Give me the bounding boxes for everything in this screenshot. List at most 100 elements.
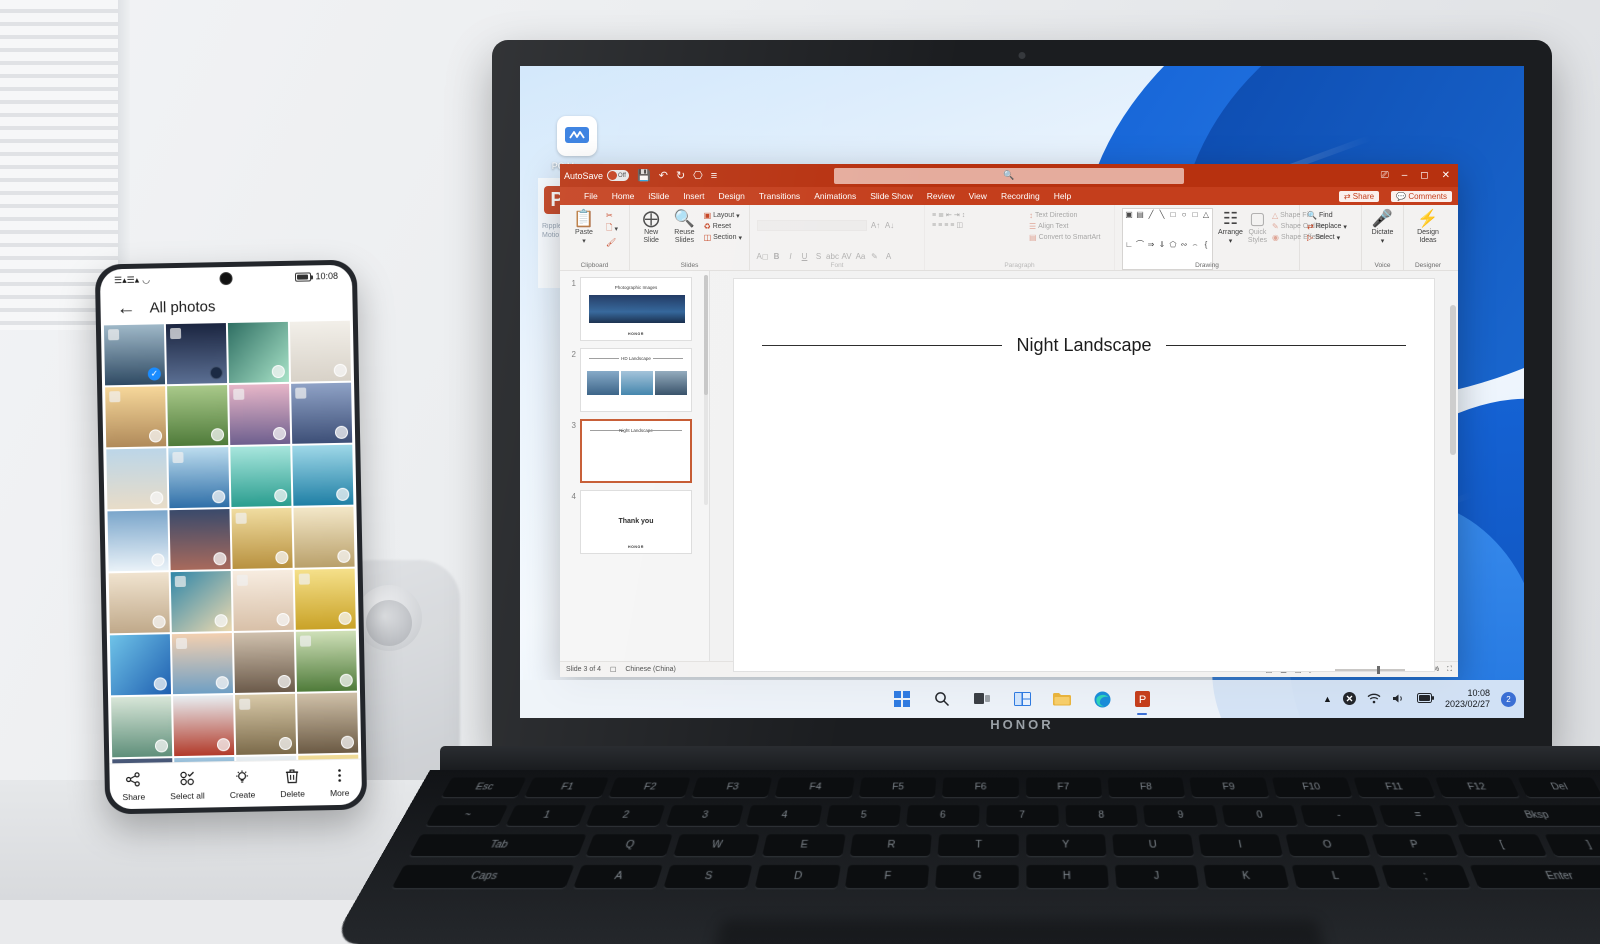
save-icon[interactable]: 💾 [637, 169, 651, 182]
slide-preview[interactable]: Photographic Images HONOR [580, 277, 692, 341]
key[interactable]: L [1292, 865, 1381, 889]
tab-recording[interactable]: Recording [1001, 191, 1040, 201]
underline-button[interactable]: U [799, 251, 810, 262]
start-button[interactable] [891, 688, 913, 710]
photo-cell[interactable] [167, 385, 229, 447]
zoom-in-button[interactable]: + [1413, 666, 1417, 673]
numbering-button[interactable]: ≣ [938, 211, 944, 219]
key[interactable]: 3 [665, 805, 744, 826]
x-circle-icon[interactable] [1342, 691, 1356, 707]
photo-cell[interactable] [170, 571, 232, 633]
line-spacing-button[interactable]: ↕ [962, 212, 966, 219]
photo-cell[interactable] [111, 696, 173, 758]
clear-formatting-button[interactable]: A◻ [757, 251, 769, 262]
find-button[interactable]: 🔍 Find [1307, 211, 1347, 220]
align-right-button[interactable]: ≡ [944, 222, 948, 229]
paste-dropdown-icon[interactable]: ▾ [582, 238, 586, 246]
font-name-input[interactable] [757, 219, 867, 231]
create-button[interactable]: Create [229, 769, 255, 800]
reuse-slides-button[interactable]: 🔍 Reuse Slides [670, 208, 698, 270]
shape-rect2[interactable]: □ [1190, 210, 1200, 239]
photo-cell[interactable] [292, 444, 354, 506]
arrange-dropdown-icon[interactable]: ▾ [1229, 238, 1233, 246]
text-highlight-button[interactable]: ✎ [869, 251, 880, 262]
delete-button[interactable]: Delete [280, 768, 305, 799]
slide-thumbnail-4[interactable]: 4 Thank you HONOR [566, 490, 709, 554]
change-case-button[interactable]: Aa [855, 251, 866, 262]
slide-editing-area[interactable]: Night Landscape [710, 271, 1458, 671]
reading-view-button[interactable]: ▣ [1295, 666, 1302, 674]
present-icon[interactable]: ⎔ [693, 169, 703, 182]
increase-font-size-button[interactable]: A↑ [870, 220, 881, 231]
shape-textbox[interactable]: ▣ [1124, 210, 1134, 239]
photo-cell[interactable] [294, 568, 356, 630]
photo-cell[interactable] [295, 630, 357, 692]
shape-textbox2[interactable]: ▤ [1135, 210, 1145, 239]
desktop-icon-pc-manager[interactable]: PC Manager [540, 116, 614, 171]
character-spacing-button[interactable]: AV [841, 251, 852, 262]
key[interactable]: 4 [745, 805, 823, 826]
section-dropdown-icon[interactable]: ▾ [738, 234, 742, 242]
key[interactable]: F11 [1353, 777, 1436, 798]
strikethrough-button[interactable]: abc [826, 251, 839, 262]
shadow-button[interactable]: S [813, 251, 824, 262]
tab-design[interactable]: Design [718, 191, 744, 201]
key[interactable]: F9 [1189, 777, 1269, 798]
share-button[interactable]: ⇄ Share [1338, 190, 1380, 202]
align-center-button[interactable]: ≡ [938, 222, 942, 229]
key[interactable]: G [935, 865, 1019, 889]
slide-title-block[interactable]: Night Landscape [734, 335, 1434, 356]
autosave-control[interactable]: AutoSave Off [564, 170, 630, 181]
shape-arrow-right[interactable]: ⇒ [1146, 240, 1156, 269]
autosave-toggle[interactable]: Off [607, 170, 630, 181]
shape-triangle[interactable]: △ [1201, 210, 1211, 239]
photo-cell[interactable] [293, 506, 355, 568]
decrease-font-size-button[interactable]: A↓ [884, 220, 895, 231]
key[interactable]: 6 [905, 805, 980, 826]
photo-cell[interactable] [109, 634, 172, 696]
photo-cell[interactable] [289, 320, 352, 382]
zoom-out-button[interactable]: − [1323, 666, 1327, 673]
chevron-up-icon[interactable]: ▲ [1323, 694, 1332, 704]
more-icon[interactable]: ≡ [711, 170, 717, 182]
key[interactable]: F12 [1435, 777, 1520, 798]
slide-vertical-scrollbar[interactable] [1450, 275, 1456, 657]
photo-cell[interactable] [169, 509, 231, 571]
section-button[interactable]: ◫ Section ▾ [704, 233, 742, 242]
photo-cell[interactable] [227, 321, 290, 384]
key[interactable]: P [1371, 834, 1459, 857]
normal-view-button[interactable]: ▤ [1266, 666, 1273, 674]
shape-corner[interactable]: ∟ [1124, 240, 1134, 269]
photo-cell[interactable] [171, 633, 233, 695]
tab-review[interactable]: Review [927, 191, 955, 201]
shape-fill-button[interactable]: △ Shape Fill [1272, 211, 1325, 220]
key[interactable]: 0 [1221, 805, 1299, 826]
notification-badge[interactable]: 2 [1501, 691, 1516, 707]
bullets-button[interactable]: ≡ [932, 212, 936, 219]
key[interactable]: Q [585, 834, 674, 857]
shape-rect[interactable]: □ [1168, 210, 1178, 239]
key[interactable]: F [844, 865, 930, 889]
slide-thumbnail-pane[interactable]: 1 Photographic Images HONOR 2 HD Landsca… [560, 271, 710, 661]
bold-button[interactable]: B [771, 251, 782, 262]
font-color-button[interactable]: A [883, 251, 894, 262]
key[interactable]: Bksp [1457, 805, 1600, 826]
convert-to-smartart-button[interactable]: ▤ Convert to SmartArt [1029, 233, 1100, 242]
replace-dropdown-icon[interactable]: ▾ [1343, 223, 1347, 231]
key[interactable]: 2 [585, 805, 666, 826]
key[interactable]: Tab [408, 834, 587, 857]
photo-cell[interactable] [108, 572, 170, 634]
shape-oval[interactable]: ○ [1179, 210, 1189, 239]
paste-button[interactable]: 📋 Paste ▾ [567, 208, 601, 270]
background-powerpoint-window[interactable]: P Ripple Motio [538, 178, 598, 288]
key[interactable]: F4 [775, 777, 855, 798]
copy-dropdown-icon[interactable]: ▾ [614, 225, 618, 233]
key[interactable]: [ [1457, 834, 1547, 857]
select-button[interactable]: ▷ Select ▾ [1307, 233, 1347, 242]
zoom-slider[interactable] [1334, 665, 1405, 674]
key[interactable]: F10 [1271, 777, 1353, 798]
slide-thumbnail-2[interactable]: 2 HD Landscape [566, 348, 709, 412]
slide-thumbnail-3[interactable]: 3 Night Landscape [566, 419, 709, 483]
key[interactable]: 8 [1064, 805, 1139, 826]
battery-icon[interactable] [1416, 693, 1434, 705]
